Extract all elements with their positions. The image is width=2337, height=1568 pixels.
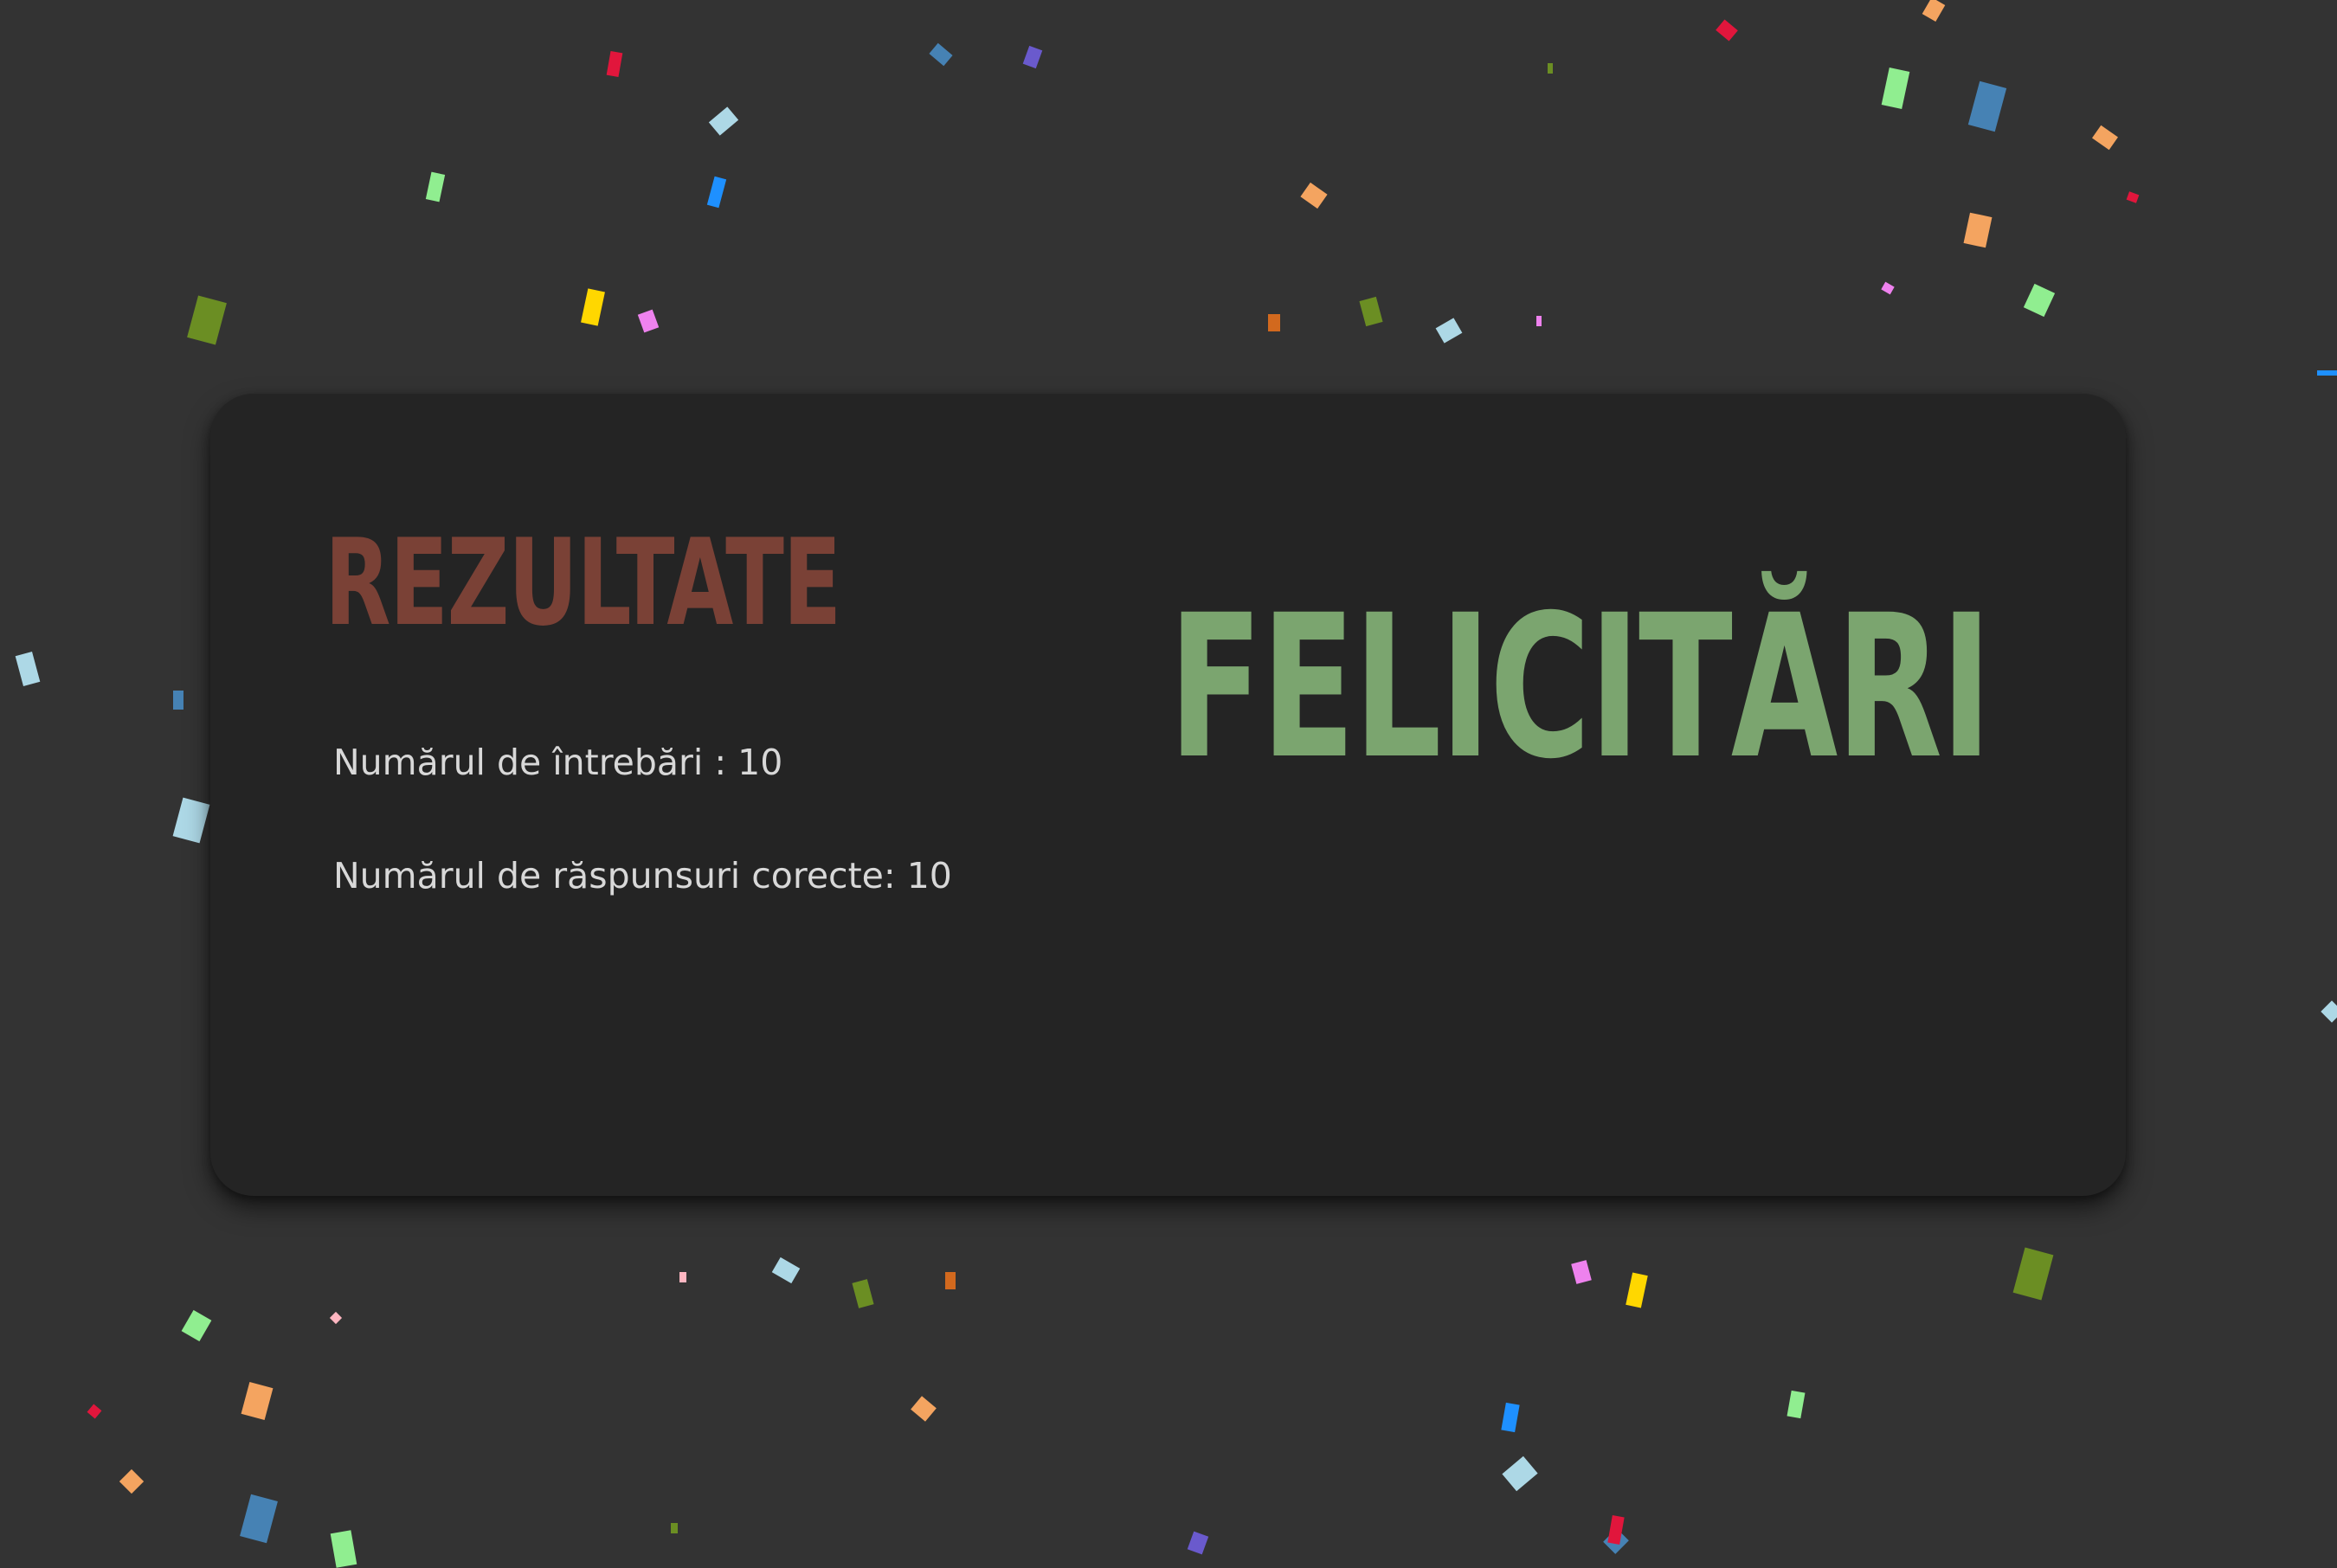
confetti-piece xyxy=(679,1272,686,1282)
results-heading: REZULTATE xyxy=(325,513,841,652)
confetti-piece xyxy=(1716,19,1738,42)
confetti-piece xyxy=(240,1494,278,1544)
confetti-piece xyxy=(1881,281,1895,295)
confetti-piece xyxy=(119,1468,145,1494)
questions-count: Numărul de întrebări : 10 xyxy=(333,742,783,783)
confetti-piece xyxy=(2012,1247,2054,1301)
confetti-piece xyxy=(2023,283,2056,318)
confetti-piece xyxy=(425,171,446,202)
confetti-piece xyxy=(671,1523,678,1533)
confetti-piece xyxy=(329,1311,343,1325)
confetti-piece xyxy=(1187,1531,1209,1555)
confetti-piece xyxy=(581,288,605,326)
confetti-piece xyxy=(708,106,739,136)
confetti-piece xyxy=(330,1530,357,1568)
confetti-piece xyxy=(1571,1260,1592,1284)
confetti-piece xyxy=(172,797,210,844)
confetti-piece xyxy=(173,691,183,710)
confetti-piece xyxy=(1300,182,1328,209)
confetti-piece xyxy=(87,1404,102,1419)
confetti-piece xyxy=(1268,314,1280,331)
confetti-piece xyxy=(187,295,227,345)
confetti-piece xyxy=(2126,191,2140,203)
confetti-piece xyxy=(1359,296,1383,327)
confetti-piece xyxy=(852,1279,874,1308)
confetti-piece xyxy=(241,1382,274,1420)
confetti-piece xyxy=(1501,1402,1520,1433)
confetti-piece xyxy=(911,1396,937,1422)
confetti-piece xyxy=(2321,1000,2337,1023)
congrats-text: FELICITĂRI xyxy=(1168,572,1992,802)
confetti-piece xyxy=(2092,125,2118,151)
confetti-piece xyxy=(2317,370,2337,376)
confetti-piece xyxy=(706,176,727,209)
results-card: REZULTATE Numărul de întrebări : 10 Numă… xyxy=(210,394,2126,1196)
confetti-piece xyxy=(637,309,660,333)
confetti-piece xyxy=(1603,1528,1629,1554)
confetti-piece xyxy=(1963,212,1993,248)
confetti-piece xyxy=(945,1272,956,1289)
confetti-piece xyxy=(1022,45,1043,69)
confetti-piece xyxy=(1881,67,1910,110)
correct-answers-count: Numărul de răspunsuri corecte: 10 xyxy=(333,855,952,896)
confetti-piece xyxy=(929,42,953,67)
confetti-piece xyxy=(1607,1515,1625,1545)
confetti-piece xyxy=(771,1256,801,1284)
confetti-piece xyxy=(1922,0,1946,22)
confetti-piece xyxy=(1967,80,2007,132)
confetti-piece xyxy=(181,1309,212,1342)
confetti-piece xyxy=(1502,1456,1538,1492)
confetti-piece xyxy=(606,50,623,78)
confetti-piece xyxy=(1536,316,1542,326)
confetti-piece xyxy=(15,652,41,686)
confetti-piece xyxy=(1626,1272,1648,1308)
confetti-piece xyxy=(1548,63,1553,74)
confetti-piece xyxy=(1787,1390,1806,1419)
confetti-piece xyxy=(1435,318,1463,344)
